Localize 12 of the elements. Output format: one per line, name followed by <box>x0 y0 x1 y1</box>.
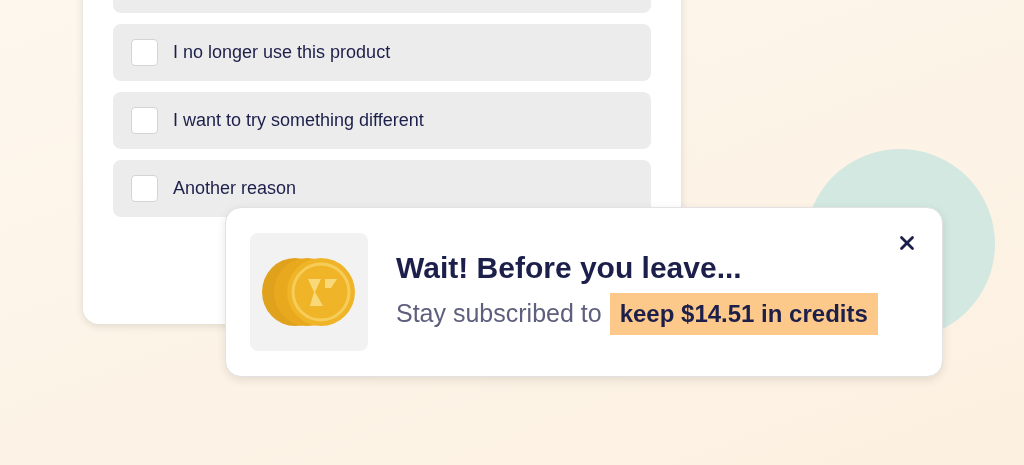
option-label: I want to try something different <box>173 109 424 132</box>
checkbox[interactable] <box>131 39 158 66</box>
checkbox[interactable] <box>131 175 158 202</box>
coins-icon <box>261 256 357 328</box>
toast-title: Wait! Before you leave... <box>396 250 743 287</box>
option-label: I no longer use this product <box>173 41 391 64</box>
checkbox[interactable] <box>131 107 158 134</box>
toast-message: Stay subscribed to <box>396 298 602 329</box>
credits-highlight: keep $14.51 in credits <box>609 292 878 335</box>
option-row[interactable]: I want to try something different <box>113 92 651 149</box>
option-label: Another reason <box>173 177 297 200</box>
option-row[interactable]: I no longer use this product <box>113 24 651 81</box>
